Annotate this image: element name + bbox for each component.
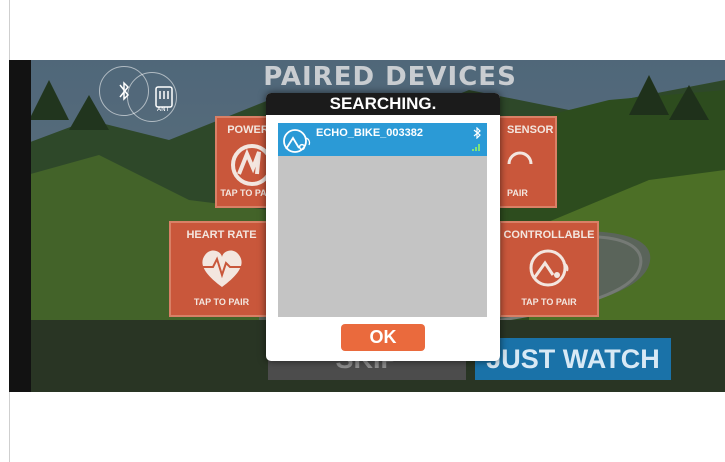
left-letterbox bbox=[9, 60, 31, 392]
heart-rate-icon bbox=[202, 250, 242, 287]
device-list-item[interactable]: ECHO_BIKE_003382 bbox=[278, 123, 487, 156]
device-list: ECHO_BIKE_003382 bbox=[278, 123, 487, 317]
tile-heart-rate-pair-text: TAP TO PAIR bbox=[193, 297, 250, 307]
device-name: ECHO_BIKE_003382 bbox=[316, 127, 424, 139]
searching-dialog: SEARCHING. ECHO_BIKE_003382 OK bbox=[266, 93, 500, 361]
tile-controllable-label: CONTROLLABLE bbox=[503, 229, 595, 241]
signal-bars-icon bbox=[472, 144, 480, 151]
bluetooth-icon bbox=[473, 127, 481, 139]
tile-speed-sensor[interactable]: SENSOR PAIR bbox=[497, 116, 557, 208]
dialog-title: SEARCHING. bbox=[266, 93, 500, 115]
tile-heart-rate[interactable]: HEART RATE TAP TO PAIR bbox=[169, 221, 274, 317]
just-watch-button[interactable]: JUST WATCH bbox=[475, 338, 671, 380]
tile-heart-rate-label: HEART RATE bbox=[186, 229, 257, 241]
tile-controllable[interactable]: CONTROLLABLE TAP TO PAIR bbox=[499, 221, 599, 317]
controllable-trainer-icon bbox=[529, 249, 569, 287]
speed-sensor-icon bbox=[507, 151, 533, 165]
tile-controllable-pair-text: TAP TO PAIR bbox=[521, 297, 577, 307]
ok-button[interactable]: OK bbox=[341, 324, 425, 351]
trainer-device-icon bbox=[283, 129, 311, 153]
tile-sensor-label: SENSOR bbox=[507, 124, 554, 136]
ant-label: ANT bbox=[157, 106, 170, 113]
ant-plus-icon bbox=[155, 86, 173, 108]
tile-sensor-pair-text: PAIR bbox=[507, 188, 528, 198]
ant-protocol-ring: ANT bbox=[127, 72, 177, 122]
